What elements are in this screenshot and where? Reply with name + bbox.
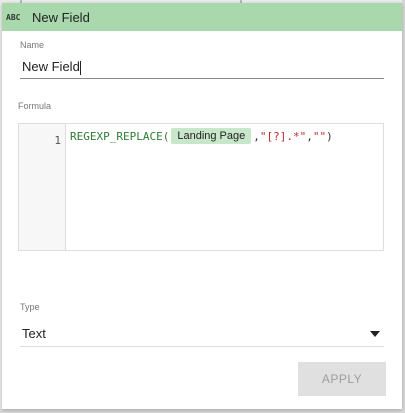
caret-down-icon — [370, 330, 380, 337]
background-edge — [0, 409, 405, 413]
formula-replacement-argument: "" — [312, 129, 327, 143]
formula-editor[interactable]: 1 REGEXP_REPLACE(Landing Page, "[?].*", ""… — [18, 123, 384, 251]
formula-comma: , — [253, 129, 260, 143]
type-dropdown-value: Text — [22, 326, 46, 341]
text-cursor — [79, 60, 81, 75]
type-dropdown[interactable]: Text — [20, 321, 384, 347]
formula-pattern-argument: "[?].*" — [259, 129, 307, 143]
name-input-value: New Field — [22, 59, 80, 74]
formula-function-name: REGEXP_REPLACE( — [70, 129, 170, 143]
background: ABC New Field Name New Field Formula 1 R… — [0, 0, 405, 413]
type-label: Type — [20, 302, 40, 312]
dialog-header: ABC New Field — [2, 3, 402, 31]
apply-button[interactable]: APPLY — [298, 362, 386, 396]
new-field-dialog: ABC New Field Name New Field Formula 1 R… — [2, 3, 402, 409]
field-chip-landing-page[interactable]: Landing Page — [171, 128, 252, 144]
dialog-title: New Field — [32, 9, 90, 25]
abc-text-type-icon: ABC — [6, 12, 21, 22]
formula-code-line[interactable]: REGEXP_REPLACE(Landing Page, "[?].*", "") — [70, 126, 333, 146]
name-input[interactable]: New Field — [20, 55, 384, 79]
line-number: 1 — [54, 134, 61, 147]
formula-comma: , — [306, 129, 313, 143]
formula-label: Formula — [18, 101, 52, 111]
line-number-gutter: 1 — [19, 124, 66, 250]
formula-close-paren: ) — [326, 129, 333, 143]
name-label: Name — [20, 40, 45, 50]
